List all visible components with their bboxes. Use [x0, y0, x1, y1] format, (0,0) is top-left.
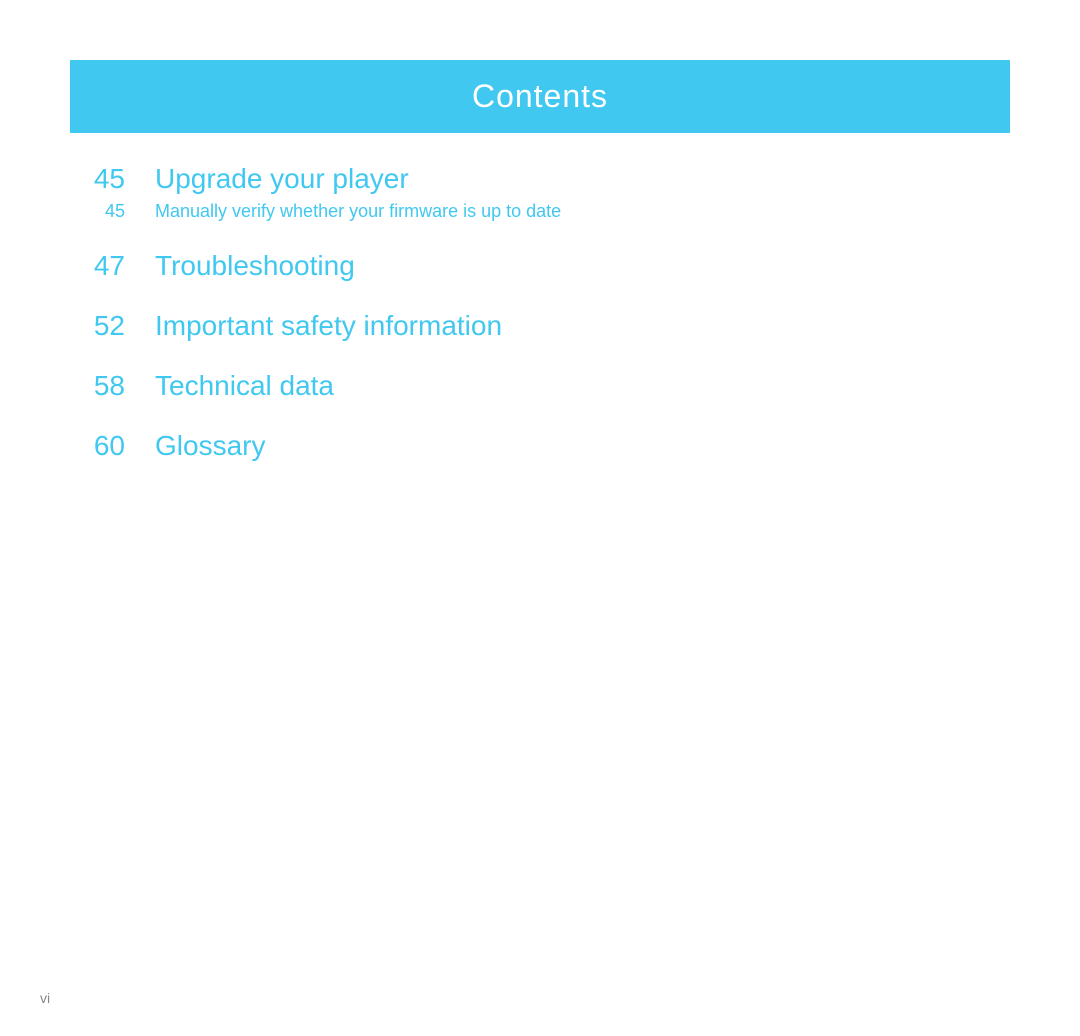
toc-item-upgrade: 45 Upgrade your player 45 Manually verif… [80, 163, 1000, 222]
toc-title-troubleshooting: Troubleshooting [155, 250, 355, 282]
contents-title: Contents [472, 78, 608, 114]
page-footer: vi [40, 990, 50, 1006]
toc-item-main-safety: 52 Important safety information [80, 310, 1000, 342]
toc-number-upgrade: 45 [80, 163, 125, 195]
toc-title-safety: Important safety information [155, 310, 502, 342]
toc-sub-item-firmware: 45 Manually verify whether your firmware… [80, 201, 1000, 222]
contents-header: Contents [70, 60, 1010, 133]
toc-list: 45 Upgrade your player 45 Manually verif… [80, 163, 1000, 462]
toc-item-glossary: 60 Glossary [80, 430, 1000, 462]
toc-title-technical: Technical data [155, 370, 334, 402]
toc-item-main-troubleshooting: 47 Troubleshooting [80, 250, 1000, 282]
toc-item-main-upgrade: 45 Upgrade your player [80, 163, 1000, 195]
toc-item-main-technical: 58 Technical data [80, 370, 1000, 402]
toc-number-technical: 58 [80, 370, 125, 402]
toc-sub-number-firmware: 45 [80, 201, 125, 222]
toc-title-glossary: Glossary [155, 430, 265, 462]
toc-number-safety: 52 [80, 310, 125, 342]
toc-item-troubleshooting: 47 Troubleshooting [80, 250, 1000, 282]
toc-number-glossary: 60 [80, 430, 125, 462]
toc-title-upgrade: Upgrade your player [155, 163, 409, 195]
toc-item-safety: 52 Important safety information [80, 310, 1000, 342]
page-container: Contents 45 Upgrade your player 45 Manua… [0, 0, 1080, 1036]
toc-item-technical: 58 Technical data [80, 370, 1000, 402]
toc-item-main-glossary: 60 Glossary [80, 430, 1000, 462]
footer-page-number: vi [40, 990, 50, 1006]
toc-sub-list-upgrade: 45 Manually verify whether your firmware… [80, 201, 1000, 222]
toc-number-troubleshooting: 47 [80, 250, 125, 282]
toc-sub-title-firmware: Manually verify whether your firmware is… [155, 201, 561, 222]
